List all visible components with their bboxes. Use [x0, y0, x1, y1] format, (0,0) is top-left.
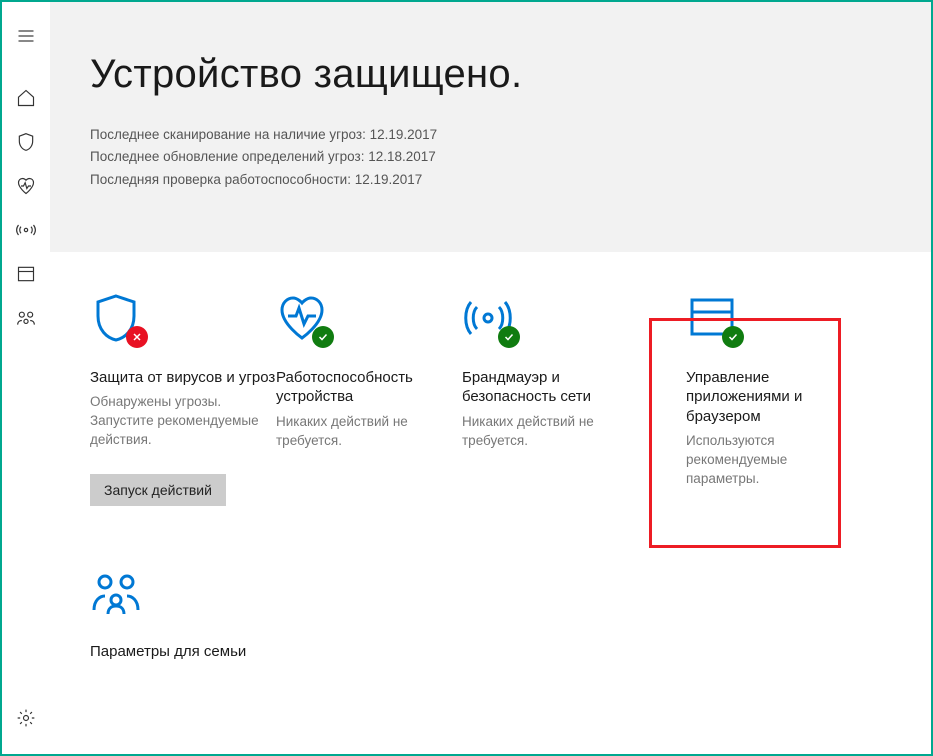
sidebar-item-virus[interactable]	[2, 120, 50, 164]
status-last-health: Последняя проверка работоспособности: 12…	[90, 170, 891, 190]
sidebar-item-family[interactable]	[2, 296, 50, 340]
ok-badge	[498, 326, 520, 348]
tile-virus-protection[interactable]: Защита от вирусов и угроз Обнаружены угр…	[90, 292, 276, 506]
home-icon	[16, 88, 36, 108]
tile-desc: Никаких действий не требуется.	[276, 413, 462, 451]
tile-app-browser[interactable]: Управление приложениями и браузером Испо…	[648, 292, 834, 506]
heart-pulse-icon	[16, 176, 36, 196]
sidebar-item-app-browser[interactable]	[2, 252, 50, 296]
gear-icon	[16, 708, 36, 728]
error-badge	[126, 326, 148, 348]
header: Устройство защищено. Последнее сканирова…	[50, 2, 931, 252]
sidebar	[2, 2, 50, 754]
tile-icon-virus	[90, 292, 142, 344]
tile-device-health[interactable]: Работоспособность устройства Никаких дей…	[276, 292, 462, 506]
tile-icon-health	[276, 292, 328, 344]
tile-title: Параметры для семьи	[90, 642, 246, 662]
family-icon	[90, 566, 142, 618]
tile-title: Работоспособность устройства	[276, 368, 462, 407]
hamburger-icon	[16, 26, 36, 46]
menu-button[interactable]	[2, 14, 50, 58]
tile-icon-firewall	[462, 292, 514, 344]
tile-firewall[interactable]: Брандмауэр и безопасность сети Никаких д…	[462, 292, 648, 506]
tile-icon-app	[686, 292, 738, 344]
check-icon	[727, 331, 739, 343]
main-content: Устройство защищено. Последнее сканирова…	[50, 2, 931, 754]
ok-badge	[722, 326, 744, 348]
run-actions-button[interactable]: Запуск действий	[90, 474, 226, 506]
page-title: Устройство защищено.	[90, 52, 891, 97]
window-icon	[16, 264, 36, 284]
status-last-defs: Последнее обновление определений угроз: …	[90, 147, 891, 167]
tile-title: Брандмауэр и безопасность сети	[462, 368, 648, 407]
check-icon	[503, 331, 515, 343]
shield-icon	[16, 132, 36, 152]
ok-badge	[312, 326, 334, 348]
sidebar-item-firewall[interactable]	[2, 208, 50, 252]
sidebar-item-settings[interactable]	[2, 696, 50, 740]
tile-family[interactable]: Параметры для семьи	[90, 566, 276, 668]
tiles-grid: Защита от вирусов и угроз Обнаружены угр…	[50, 252, 931, 668]
sidebar-item-health[interactable]	[2, 164, 50, 208]
tile-icon-family	[90, 566, 142, 618]
tile-desc: Никаких действий не требуется.	[462, 413, 648, 451]
sidebar-item-home[interactable]	[2, 76, 50, 120]
family-icon	[16, 308, 36, 328]
tile-title: Защита от вирусов и угроз	[90, 368, 275, 388]
tile-desc: Обнаружены угрозы. Запустите рекомендуем…	[90, 393, 276, 450]
tile-desc: Используются рекомендуемые параметры.	[686, 432, 834, 489]
tile-title: Управление приложениями и браузером	[686, 368, 834, 427]
network-icon	[16, 220, 36, 240]
status-last-scan: Последнее сканирование на наличие угроз:…	[90, 125, 891, 145]
check-icon	[317, 331, 329, 343]
x-icon	[131, 331, 143, 343]
status-lines: Последнее сканирование на наличие угроз:…	[90, 125, 891, 190]
